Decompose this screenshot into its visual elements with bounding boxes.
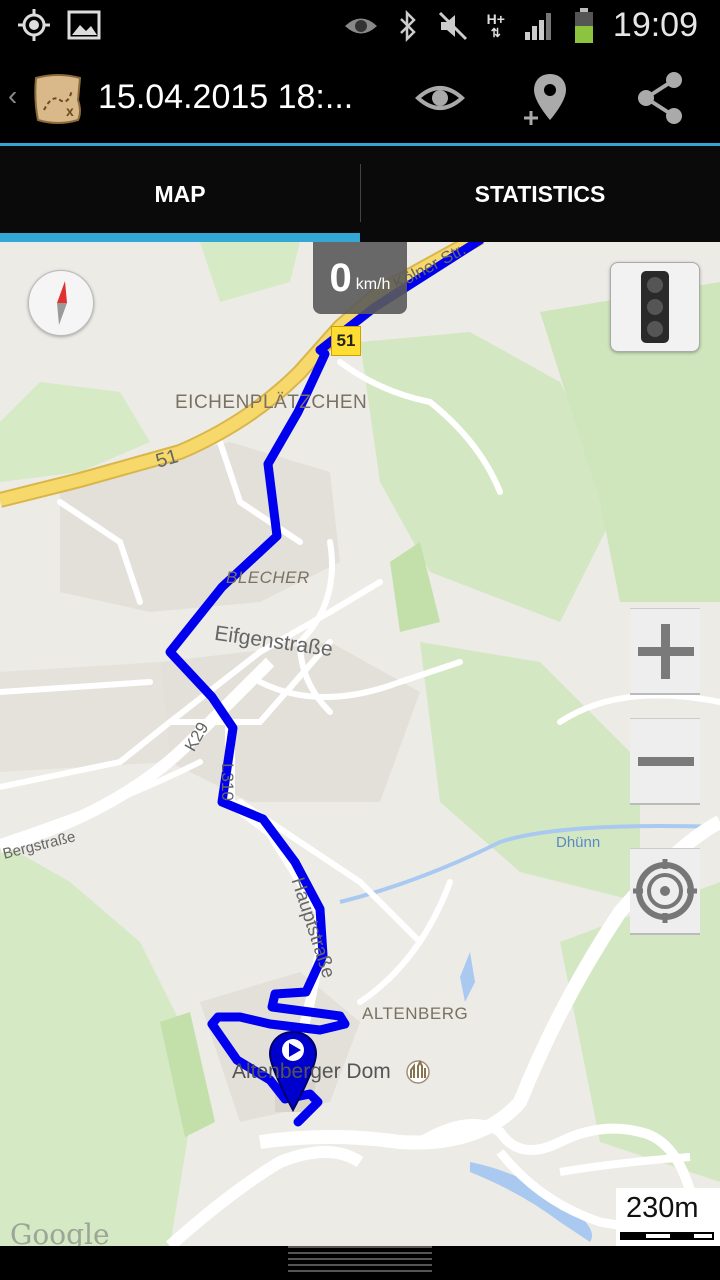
place-label-blecher: BLECHER [226, 568, 310, 587]
tab-map[interactable]: MAP [0, 146, 360, 242]
map-attribution: Google [10, 1218, 110, 1246]
my-location-button[interactable] [630, 848, 700, 935]
poi-label-altenberger-dom: Altenberger Dom [232, 1060, 391, 1083]
compass-button[interactable] [28, 270, 94, 336]
add-location-icon[interactable] [520, 68, 580, 128]
network-type: H+ ⇅ [486, 10, 505, 40]
eye-icon [344, 18, 377, 33]
eye-icon[interactable] [410, 68, 470, 128]
pond [470, 1162, 592, 1242]
action-bar: ‹ x 15.04.2015 18:... [0, 50, 720, 143]
speed-unit: km/h [355, 276, 391, 293]
location-target-icon [633, 859, 697, 923]
builtup-area [0, 662, 170, 772]
status-bar: H+ ⇅ 19:09 [0, 0, 720, 50]
gps-icon [18, 9, 50, 41]
tab-map-label: MAP [154, 180, 206, 207]
water-label-dhuenn: Dhünn [556, 834, 601, 851]
svg-text:x: x [66, 103, 74, 119]
clock: 19:09 [612, 6, 698, 44]
place-label-eichenplaetzchen: EICHENPLÄTZCHEN [175, 392, 368, 413]
main-road [165, 1146, 364, 1246]
zoom-out-button[interactable] [630, 718, 700, 805]
church-icon [406, 1059, 430, 1084]
map-view[interactable]: EICHENPLÄTZCHEN 51 Kölner Str. BLECHER E… [0, 242, 720, 1246]
road-shield-51: 51 [331, 326, 361, 356]
plus-icon [638, 624, 694, 679]
forest-area [200, 242, 300, 302]
road-label-l310: L310 [217, 763, 237, 801]
pond [460, 952, 475, 1002]
tab-statistics[interactable]: STATISTICS [360, 146, 720, 242]
traffic-light-icon [641, 271, 669, 343]
zoom-in-button[interactable] [630, 608, 700, 695]
traffic-button[interactable] [610, 262, 700, 352]
signal-icon [524, 12, 551, 40]
place-label-altenberg: ALTENBERG [362, 1004, 469, 1023]
speed-indicator: 0 km/h [313, 242, 407, 314]
page-title: 15.04.2015 18:... [98, 78, 354, 116]
tab-statistics-label: STATISTICS [474, 180, 606, 207]
minus-icon [638, 757, 694, 766]
scale-bar [620, 1232, 714, 1240]
scale-label: 230m [626, 1192, 699, 1224]
share-icon[interactable] [630, 68, 690, 128]
map-scale: 230m [616, 1188, 720, 1246]
bluetooth-icon [399, 9, 416, 42]
back-chevron-icon[interactable]: ‹ [8, 80, 17, 112]
app-logo-map-icon[interactable]: x [30, 70, 86, 126]
speed-value: 0 [329, 255, 352, 300]
battery-icon [574, 7, 593, 43]
mute-icon [438, 11, 467, 40]
image-icon [67, 10, 101, 40]
menu-handle-icon[interactable] [288, 1246, 432, 1276]
compass-icon [57, 281, 67, 325]
tab-bar: MAP STATISTICS [0, 146, 720, 242]
network-type-label: H+ [486, 10, 505, 27]
navigation-bar [0, 1246, 720, 1280]
